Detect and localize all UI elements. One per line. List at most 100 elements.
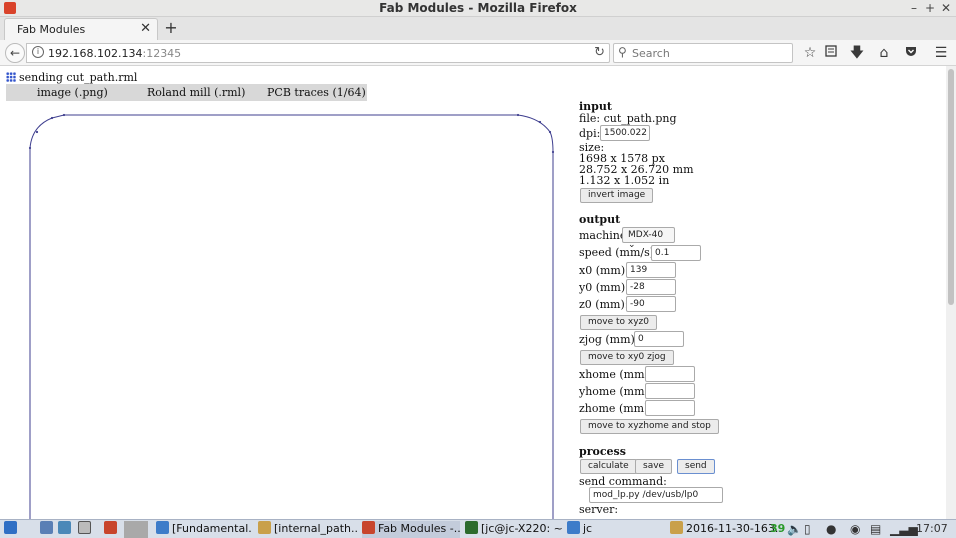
send-command-field[interactable]: mod_lp.py /dev/usb/lp0 — [589, 487, 723, 503]
machine-select[interactable]: MDX-40 ⌄ — [622, 227, 675, 250]
taskbar: [Fundamental... [internal_path.... Fab M… — [0, 519, 956, 538]
toolpath-canvas — [28, 113, 555, 519]
taskbar-item-label: [internal_path.... — [274, 522, 358, 535]
info-icon[interactable]: i — [32, 46, 44, 58]
invert-image-button[interactable]: invert image — [580, 188, 654, 203]
navigation-bar: ← i 192.168.102.134:12345 ↻ ⚲ Search ☆ 🡇… — [0, 40, 956, 66]
battery-icon[interactable]: ▯ — [804, 522, 811, 536]
z0-field[interactable]: -90 — [626, 296, 676, 312]
taskbar-item-fab-modules[interactable]: Fab Modules -... — [362, 521, 460, 538]
tab-label: Fab Modules — [17, 23, 86, 36]
downloads-icon[interactable]: 🡇 — [848, 44, 866, 62]
speed-label: speed (mm/s): — [579, 246, 658, 259]
window-list-icon[interactable] — [78, 521, 94, 538]
url-host: 192.168.102.134 — [48, 47, 143, 60]
status-line: sending cut_path.rml — [6, 71, 137, 84]
dpi-label: dpi: — [579, 127, 601, 140]
scrollbar-thumb[interactable] — [948, 69, 954, 305]
close-window-button[interactable]: ✕ — [939, 0, 953, 16]
tab-strip: Fab Modules ✕ + — [0, 17, 956, 40]
home-icon[interactable]: ⌂ — [875, 44, 893, 62]
output-heading: output — [579, 213, 621, 226]
server-label: server: — [579, 503, 619, 516]
url-text: 192.168.102.134:12345 — [48, 47, 181, 60]
taskbar-item-jc-folder[interactable]: jc — [567, 521, 667, 538]
reload-icon[interactable]: ↻ — [594, 45, 605, 60]
calculate-button[interactable]: calculate — [580, 459, 637, 474]
speed-field[interactable]: 0.1 — [651, 245, 701, 261]
x0-label: x0 (mm): — [579, 264, 629, 277]
size-in: 1.132 x 1.052 in — [579, 174, 670, 187]
zjog-label: zjog (mm): — [579, 333, 639, 346]
network-icon[interactable]: ● — [826, 522, 836, 536]
maximize-button[interactable]: + — [923, 0, 937, 16]
process-heading: process — [579, 445, 626, 458]
machine-value: MDX-40 — [628, 230, 664, 240]
xhome-label: xhome (mm): — [579, 368, 653, 381]
send-button[interactable]: send — [677, 459, 715, 474]
toolpath-outline — [29, 114, 554, 519]
move-to-xyzhome-button[interactable]: move to xyzhome and stop — [580, 419, 719, 434]
taskbar-item-label: jc — [583, 522, 593, 535]
reading-list-icon[interactable] — [822, 44, 840, 62]
speaker-icon[interactable]: 🔈 — [787, 522, 802, 536]
vertical-scrollbar[interactable] — [946, 66, 956, 519]
move-to-xyz0-button[interactable]: move to xyz0 — [580, 315, 657, 330]
window-title: Fab Modules - Mozilla Firefox — [379, 1, 577, 15]
input-file: file: cut_path.png — [579, 112, 677, 125]
x0-field[interactable]: 139 — [626, 262, 676, 278]
taskbar-item-screenshot[interactable]: 2016-11-30-163... — [670, 521, 782, 538]
taskbar-item-terminal[interactable]: [jc@jc-X220: ~] — [465, 521, 563, 538]
yhome-field[interactable] — [645, 383, 695, 399]
window-titlebar: Fab Modules - Mozilla Firefox – + ✕ — [0, 0, 956, 17]
module-image[interactable]: image (.png) — [37, 86, 108, 99]
menu-icon[interactable]: ☰ — [932, 44, 950, 62]
zhome-label: zhome (mm): — [579, 402, 653, 415]
tab-close-icon[interactable]: ✕ — [140, 21, 151, 36]
fab-grid-icon — [6, 72, 16, 82]
file-manager-icon[interactable] — [40, 521, 56, 538]
taskbar-item-fundamental[interactable]: [Fundamental... — [156, 521, 252, 538]
star-icon[interactable]: ☆ — [801, 44, 819, 62]
taskbar-item-internal-path[interactable]: [internal_path.... — [258, 521, 358, 538]
module-bar: image (.png) Roland mill (.rml) PCB trac… — [6, 84, 367, 101]
signal-icon[interactable]: ▁▃▅ — [890, 522, 918, 536]
z0-label: z0 (mm): — [579, 298, 629, 311]
notification-icon[interactable]: ◉ — [850, 522, 860, 536]
pocket-icon[interactable] — [902, 44, 920, 62]
move-to-xy0-zjog-button[interactable]: move to xy0 zjog — [580, 350, 674, 365]
module-roland-mill[interactable]: Roland mill (.rml) — [147, 86, 245, 99]
taskbar-item-label: [jc@jc-X220: ~] — [481, 522, 563, 535]
tray-counter: 39 — [770, 522, 786, 535]
url-bar[interactable]: i 192.168.102.134:12345 ↻ — [26, 43, 610, 63]
back-button[interactable]: ← — [5, 43, 25, 63]
toolpath-points — [28, 113, 555, 154]
taskbar-item-label: Fab Modules -... — [378, 522, 460, 535]
firefox-launcher-icon[interactable] — [104, 521, 120, 538]
dpi-field[interactable]: 1500.022 — [600, 125, 650, 141]
zjog-field[interactable]: 0 — [634, 331, 684, 347]
taskbar-item-label: 2016-11-30-163... — [686, 522, 782, 535]
url-port: :12345 — [142, 47, 182, 60]
clipboard-icon[interactable]: ▤ — [870, 522, 881, 536]
page-content: sending cut_path.rml image (.png) Roland… — [0, 66, 946, 519]
terminal-launcher-icon[interactable] — [58, 521, 74, 538]
start-menu-icon[interactable] — [4, 521, 22, 538]
save-button[interactable]: save — [635, 459, 673, 474]
desktop-pager[interactable] — [124, 521, 148, 538]
zhome-field[interactable] — [645, 400, 695, 416]
y0-field[interactable]: -28 — [626, 279, 676, 295]
minimize-button[interactable]: – — [907, 0, 921, 16]
search-input[interactable]: ⚲ Search — [613, 43, 793, 63]
search-icon: ⚲ — [618, 45, 627, 59]
tab-fab-modules[interactable]: Fab Modules ✕ — [4, 18, 158, 40]
module-pcb-traces[interactable]: PCB traces (1/64) — [267, 86, 366, 99]
taskbar-item-label: [Fundamental... — [172, 522, 252, 535]
new-tab-button[interactable]: + — [163, 18, 179, 38]
clock: 17:07 — [916, 522, 948, 535]
xhome-field[interactable] — [645, 366, 695, 382]
machine-label: machine — [579, 229, 627, 242]
yhome-label: yhome (mm): — [579, 385, 653, 398]
status-text: sending cut_path.rml — [19, 71, 138, 84]
search-placeholder: Search — [632, 47, 670, 60]
